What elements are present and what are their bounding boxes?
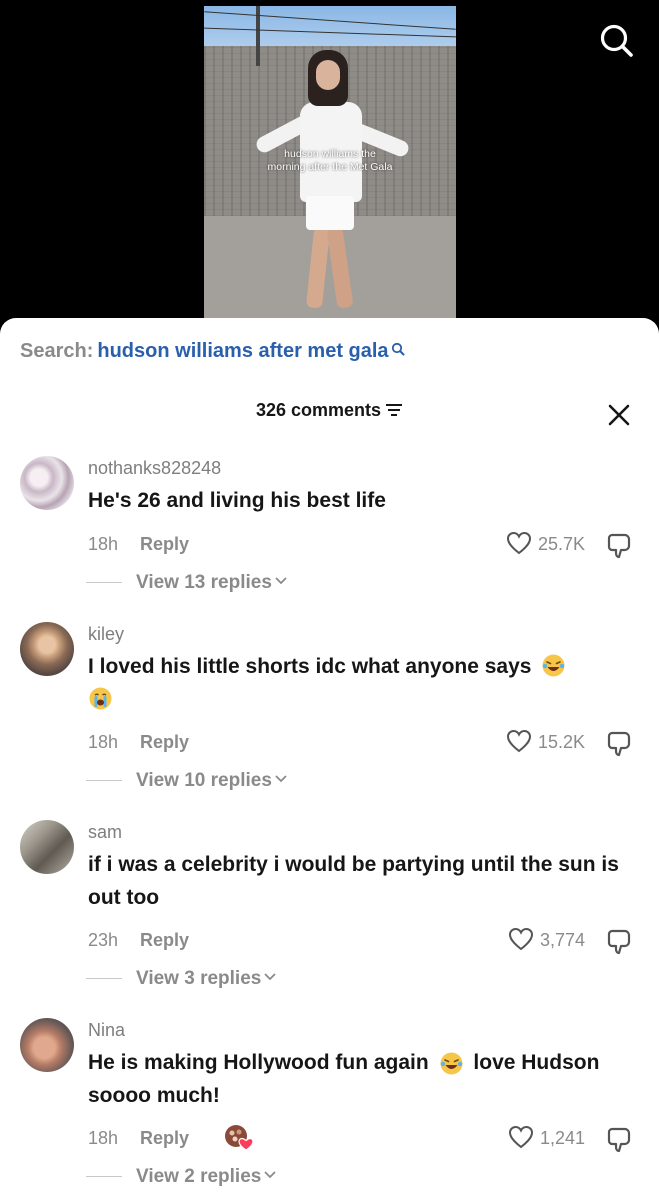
like-button[interactable]: 15.2K [506, 730, 585, 753]
avatar[interactable] [20, 456, 74, 510]
video-area: hudson williams the morning after the Me… [0, 0, 659, 330]
comments-count-label: 326 comments [255, 400, 382, 420]
reply-button[interactable]: Reply [140, 930, 189, 950]
dislike-button[interactable] [606, 928, 634, 956]
like-count: 1,241 [539, 1128, 585, 1148]
crying-emoji [89, 687, 112, 710]
comment-username[interactable]: Nina [88, 1020, 125, 1041]
dislike-icon [607, 929, 631, 955]
laughing-tears-emoji [440, 1052, 463, 1075]
heart-icon [506, 532, 531, 555]
chevron-down-icon [275, 775, 287, 783]
avatar[interactable] [20, 1018, 74, 1072]
reply-button[interactable]: Reply [140, 534, 189, 554]
search-button[interactable] [596, 20, 636, 60]
comment-username[interactable]: sam [88, 822, 122, 843]
comment-text-body: I loved his little shorts idc what anyon… [88, 655, 532, 678]
like-count: 3,774 [539, 930, 585, 950]
view-replies-label: View 10 replies [136, 770, 272, 791]
heart-icon [508, 1126, 533, 1149]
like-button[interactable]: 1,241 [508, 1126, 585, 1149]
video-caption-line2: morning after the Met Gala [267, 161, 393, 173]
search-query-text[interactable]: hudson williams after met gala [97, 340, 388, 362]
dislike-button[interactable] [606, 1126, 634, 1154]
power-wire [204, 11, 456, 30]
avatar[interactable] [20, 622, 74, 676]
view-replies-label: View 13 replies [136, 572, 272, 593]
comments-count-header[interactable]: 326 comments [0, 400, 659, 421]
view-replies-button[interactable]: View 13 replies [86, 572, 288, 594]
replies-divider [86, 978, 122, 980]
reply-button[interactable]: Reply [140, 732, 189, 752]
avatar[interactable] [20, 820, 74, 874]
view-replies-label: View 2 replies [136, 1166, 262, 1187]
view-replies-button[interactable]: View 10 replies [86, 770, 288, 792]
comment-text: if i was a celebrity i would be partying… [88, 853, 619, 909]
dislike-icon [607, 533, 631, 559]
comment-meta: 23h Reply [88, 930, 189, 951]
comment-text: I loved his little shorts idc what anyon… [88, 650, 628, 716]
comment-text-part1: He is making Hollywood fun again [88, 1051, 429, 1074]
heart-icon [506, 730, 531, 753]
video-caption: hudson williams the morning after the Me… [244, 148, 416, 174]
comment-time: 18h [88, 534, 119, 554]
comment-time: 23h [88, 930, 119, 950]
close-button[interactable] [606, 402, 632, 428]
comments-sheet: Search: hudson williams after met gala 32… [0, 318, 659, 1200]
person-face [316, 60, 340, 90]
reply-button[interactable]: Reply [140, 1128, 189, 1148]
creator-avatar-heart-icon [225, 1125, 254, 1151]
chevron-down-icon [264, 1171, 276, 1179]
dislike-button[interactable] [606, 730, 634, 758]
search-icon [391, 342, 405, 356]
comment-time: 18h [88, 1128, 119, 1148]
replies-divider [86, 780, 122, 782]
replies-divider [86, 1176, 122, 1178]
like-button[interactable]: 25.7K [506, 532, 585, 555]
view-replies-label: View 3 replies [136, 968, 262, 989]
chevron-down-icon [275, 577, 287, 585]
search-prefix-label: Search: [20, 340, 94, 362]
dislike-icon [607, 731, 631, 757]
creator-liked-badge [224, 1124, 254, 1152]
video-caption-line1: hudson williams the [284, 148, 376, 160]
comment-time: 18h [88, 732, 119, 752]
comment-meta: 18h Reply [88, 1128, 189, 1149]
view-replies-button[interactable]: View 3 replies [86, 968, 277, 990]
person-shorts [306, 196, 354, 230]
replies-divider [86, 582, 122, 584]
comment-meta: 18h Reply [88, 534, 189, 555]
comment-meta: 18h Reply [88, 732, 189, 753]
comment-text: He is making Hollywood fun again love Hu… [88, 1046, 628, 1112]
comment-username[interactable]: nothanks828248 [88, 458, 221, 479]
search-icon [600, 24, 633, 57]
video-thumbnail[interactable]: hudson williams the morning after the Me… [204, 6, 456, 318]
filter-icon [386, 403, 403, 416]
comment-text: He's 26 and living his best life [88, 489, 386, 512]
chevron-down-icon [264, 973, 276, 981]
like-count: 25.7K [537, 534, 585, 554]
power-wire [204, 27, 456, 38]
laughing-tears-emoji [542, 654, 565, 677]
like-count: 15.2K [537, 732, 585, 752]
like-button[interactable]: 3,774 [508, 928, 585, 951]
heart-icon [508, 928, 533, 951]
close-icon [608, 404, 630, 426]
comment-username[interactable]: kiley [88, 624, 124, 645]
dislike-button[interactable] [606, 532, 634, 560]
dislike-icon [607, 1127, 631, 1153]
view-replies-button[interactable]: View 2 replies [86, 1166, 277, 1188]
related-search-link[interactable]: Search: hudson williams after met gala [20, 340, 405, 363]
